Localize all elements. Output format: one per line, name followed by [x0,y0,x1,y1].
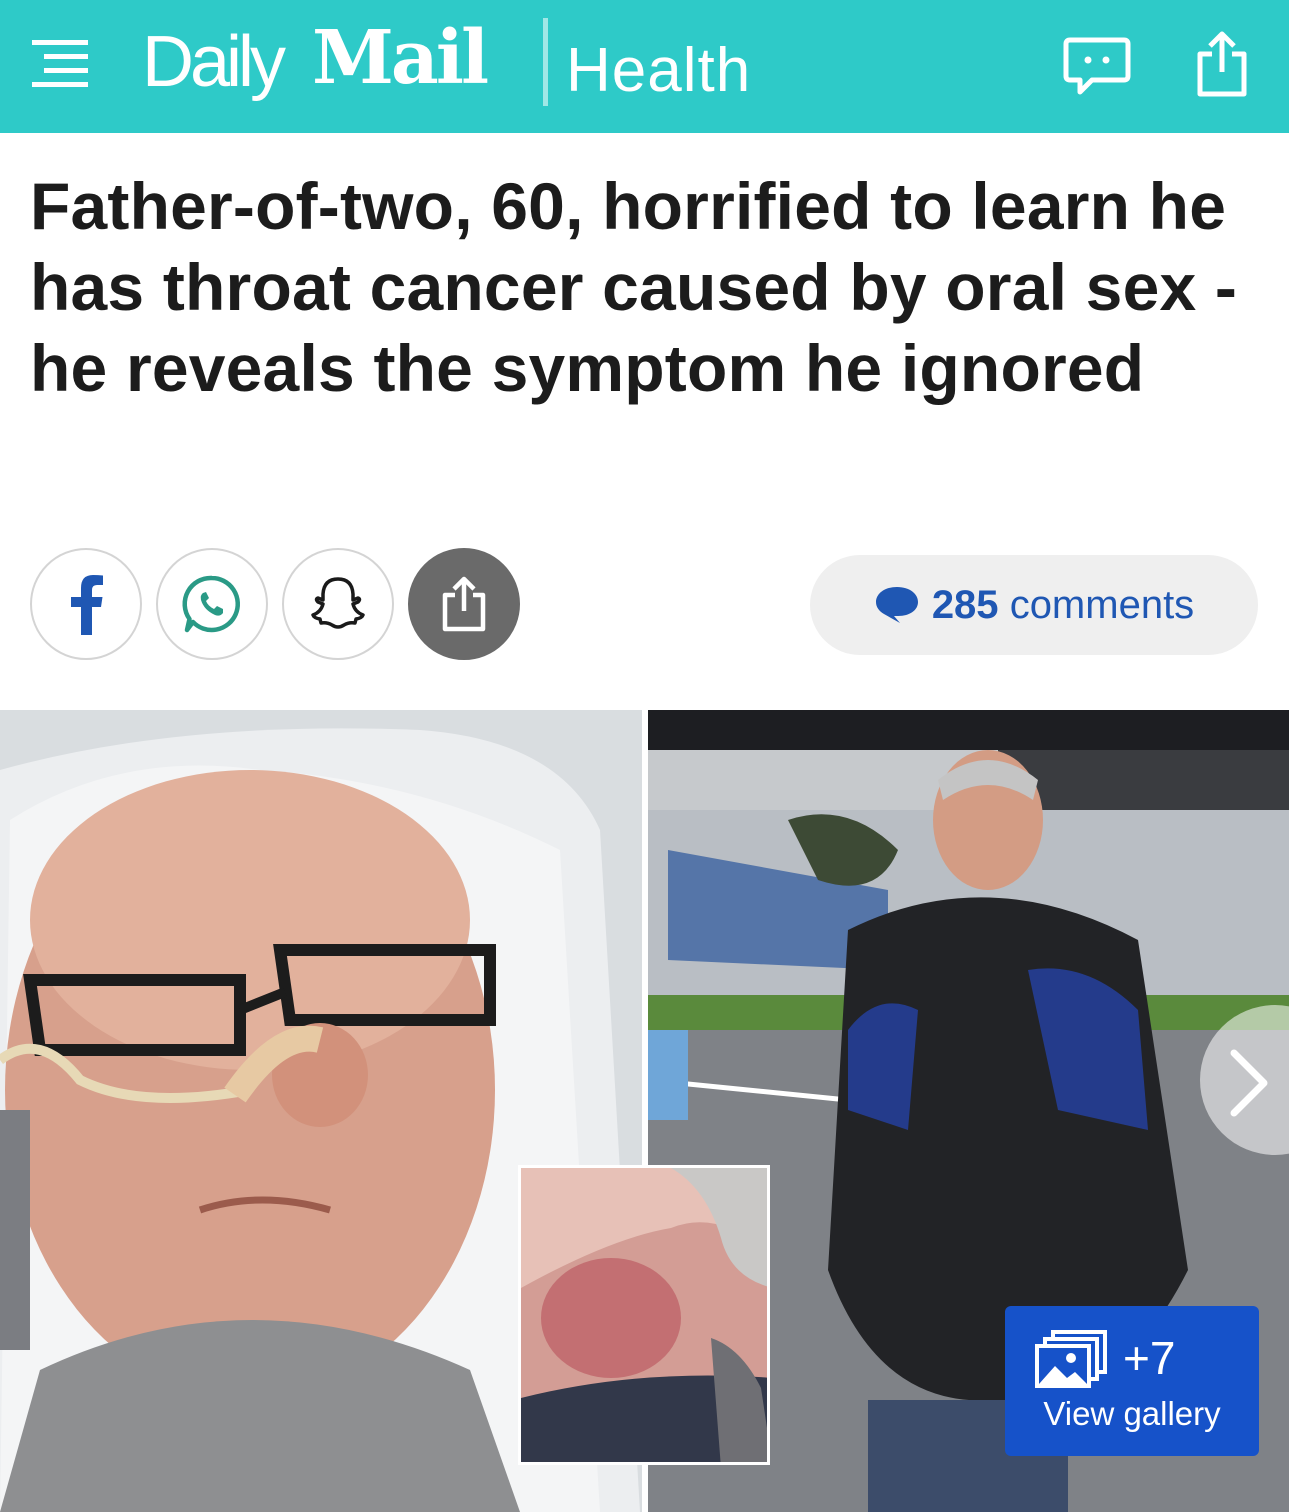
article-headline: Father-of-two, 60, horrified to learn he… [30,169,1238,405]
comment-bubble-icon [875,587,918,623]
menu-icon[interactable] [32,36,88,94]
comments-button[interactable]: 285 comments [810,555,1258,655]
gallery-next-button[interactable] [1200,1005,1289,1155]
section-label[interactable]: Health [566,36,751,106]
comments-label: comments [1009,582,1195,627]
facebook-share-button[interactable] [30,548,142,660]
brand-logo-mail[interactable]: Mail [312,18,489,98]
view-gallery-label: View gallery [1043,1395,1221,1432]
gallery-extra-count: +7 [1123,1332,1176,1384]
share-icon [442,576,486,632]
whatsapp-icon [182,575,241,633]
comment-bubble-icon[interactable] [1062,36,1132,96]
facebook-icon [71,575,103,635]
share-icon[interactable] [1192,28,1252,98]
gallery-stack-icon [1035,1330,1107,1388]
brand-logo-daily[interactable]: Daily [142,22,286,102]
top-header-bar: Daily Mail Health [0,0,1289,133]
more-share-button[interactable] [408,548,520,660]
whatsapp-share-button[interactable] [156,548,268,660]
article-image-gallery[interactable]: +7 View gallery [0,710,1289,1512]
snapchat-icon [311,577,365,629]
neck-closeup-photo [518,1165,770,1465]
snapchat-share-button[interactable] [282,548,394,660]
chevron-right-icon [1230,1049,1268,1117]
comments-count: 285 [931,582,999,627]
header-divider [543,18,548,106]
view-gallery-button[interactable]: +7 View gallery [1005,1306,1259,1456]
